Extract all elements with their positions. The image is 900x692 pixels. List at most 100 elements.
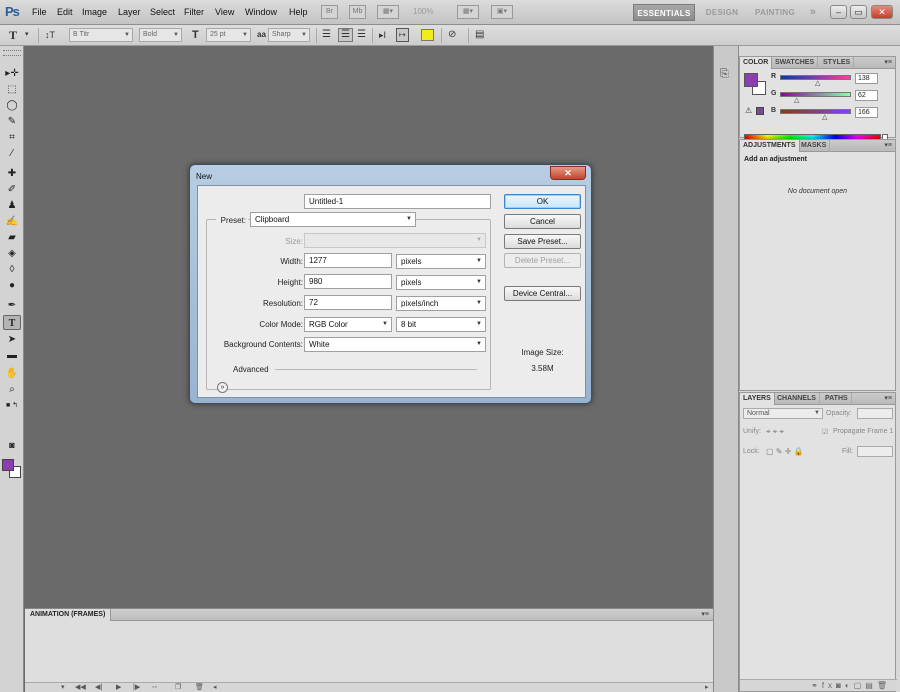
commit-edits-icon[interactable]: ▤ (475, 29, 484, 41)
menu-layer[interactable]: Layer (118, 7, 141, 17)
move-tool-icon[interactable]: ▸✛ (3, 66, 21, 81)
text-orientation-icon[interactable]: ↕T (45, 29, 55, 41)
red-slider-thumb[interactable]: △ (815, 80, 820, 87)
fill-input[interactable] (857, 446, 893, 457)
size-select[interactable]: ▼ (304, 233, 486, 248)
delete-frame-icon[interactable]: 🗑 (195, 683, 204, 692)
clone-stamp-tool-icon[interactable]: ♟ (3, 198, 21, 213)
propagate-checkbox[interactable]: ☑ (822, 428, 828, 436)
save-preset-button[interactable]: Save Preset... (504, 234, 581, 249)
align-center-icon[interactable]: ☰ (338, 28, 353, 42)
opacity-input[interactable] (857, 408, 893, 419)
launch-bridge-icon[interactable]: Br (321, 5, 338, 19)
panel-menu-icon[interactable]: ▾≡ (701, 609, 709, 621)
previous-frame-icon[interactable]: ◀| (95, 683, 102, 692)
next-frame-icon[interactable]: |▶ (133, 683, 140, 692)
workspace-painting[interactable]: PAINTING (748, 4, 802, 21)
menu-select[interactable]: Select (150, 7, 175, 17)
advanced-label[interactable]: Advanced (233, 365, 269, 374)
mini-bridge-icon[interactable]: Mb (349, 5, 366, 19)
rectangle-tool-icon[interactable]: ▬ (3, 348, 21, 363)
hand-tool-icon[interactable]: ✋ (3, 366, 21, 381)
font-style-select[interactable]: Bold ▼ (139, 28, 182, 42)
foreground-color-swatch[interactable] (744, 73, 758, 87)
panel-menu-icon[interactable]: ▾≡ (884, 57, 892, 69)
menu-window[interactable]: Window (245, 7, 277, 17)
dodge-tool-icon[interactable]: ● (3, 278, 21, 293)
zoom-level[interactable]: 100% (413, 7, 433, 16)
tab-color[interactable]: COLOR (740, 57, 773, 69)
color-mode-select[interactable]: RGB Color ▼ (304, 317, 392, 332)
out-of-gamut-warning-icon[interactable]: ⚠ (745, 106, 752, 115)
height-field[interactable]: 980 (304, 274, 392, 289)
zoom-tool-icon[interactable]: ⌕ (3, 382, 21, 397)
paint-bucket-tool-icon[interactable]: ◈ (3, 246, 21, 261)
blue-value-input[interactable]: 166 (855, 107, 878, 118)
tab-paths[interactable]: PATHS (822, 393, 852, 405)
pen-tool-icon[interactable]: ✒ (3, 298, 21, 313)
scroll-right-icon[interactable]: ▸ (705, 683, 709, 692)
panel-menu-icon[interactable]: ▾≡ (884, 393, 892, 405)
arrange-documents-icon[interactable]: ▦▾ (457, 5, 479, 19)
resolution-field[interactable]: 72 (304, 295, 392, 310)
horizontal-type-tool-icon[interactable]: T (3, 315, 21, 330)
tab-layers[interactable]: LAYERS (740, 393, 775, 405)
duplicate-frame-icon[interactable]: ❐ (175, 683, 181, 692)
panel-grip[interactable] (3, 50, 21, 56)
font-size-select[interactable]: 25 pt ▼ (206, 28, 251, 42)
tab-swatches[interactable]: SWATCHES (772, 57, 819, 69)
panel-menu-icon[interactable]: ▾≡ (884, 140, 892, 152)
green-value-input[interactable]: 62 (855, 90, 878, 101)
quick-mask-icon[interactable]: ◙ (3, 438, 21, 453)
tab-masks[interactable]: MASKS (798, 140, 831, 152)
blur-tool-icon[interactable]: ◊ (3, 262, 21, 277)
minimize-icon[interactable]: – (830, 5, 847, 19)
tab-channels[interactable]: CHANNELS (774, 393, 820, 405)
workspace-essentials[interactable]: ESSENTIALS (633, 4, 695, 21)
close-icon[interactable]: ✕ (871, 5, 893, 19)
layers-footer-icons[interactable]: ⚭fx◙◐▢▤🗑 (740, 679, 897, 691)
first-frame-icon[interactable]: ◀◀ (75, 683, 86, 692)
cancel-edits-icon[interactable]: ⊘ (448, 29, 456, 41)
tab-animation-frames[interactable]: ANIMATION (FRAMES) (25, 609, 112, 621)
menu-image[interactable]: Image (82, 7, 107, 17)
width-field[interactable]: 1277 (304, 253, 392, 268)
lasso-tool-icon[interactable]: ◯ (3, 98, 21, 113)
screen-mode-icon[interactable]: ▣▾ (491, 5, 513, 19)
menu-file[interactable]: File (32, 7, 47, 17)
eraser-tool-icon[interactable]: ▰ (3, 230, 21, 245)
text-color-swatch[interactable] (421, 29, 434, 41)
anti-alias-select[interactable]: Sharp ▼ (268, 28, 310, 42)
background-contents-select[interactable]: White ▼ (304, 337, 486, 352)
blue-slider-thumb[interactable]: △ (822, 114, 827, 121)
resolution-unit-select[interactable]: pixels/inch ▼ (396, 296, 486, 311)
expand-advanced-icon[interactable]: » (217, 382, 228, 393)
red-value-input[interactable]: 138 (855, 73, 878, 84)
align-right-icon[interactable]: ☰ (357, 29, 366, 41)
name-field[interactable]: Untitled-1 (304, 194, 491, 209)
align-left-icon[interactable]: ☰ (322, 29, 331, 41)
brush-tool-icon[interactable]: ✐ (3, 182, 21, 197)
cancel-button[interactable]: Cancel (504, 214, 581, 229)
dialog-close-icon[interactable]: ✕ (550, 166, 586, 180)
gamut-color-swatch[interactable] (756, 107, 764, 115)
preset-select[interactable]: Clipboard ▼ (250, 212, 416, 227)
font-family-select[interactable]: B Titr ▼ (69, 28, 133, 42)
height-unit-select[interactable]: pixels ▼ (396, 275, 486, 290)
menu-view[interactable]: View (215, 7, 234, 17)
character-panel-icon[interactable]: ↦ (396, 28, 409, 42)
loop-options-icon[interactable]: ▾ (61, 683, 65, 692)
green-slider[interactable] (780, 92, 851, 97)
warp-text-icon[interactable]: ▸I (379, 29, 386, 41)
green-slider-thumb[interactable]: △ (794, 97, 799, 104)
restore-icon[interactable]: ▭ (850, 5, 867, 19)
tween-icon[interactable]: ◦◦ (152, 683, 157, 692)
history-panel-icon[interactable]: ⎘ (720, 68, 729, 81)
ok-button[interactable]: OK (504, 194, 581, 209)
eyedropper-tool-icon[interactable]: ⁄ (3, 146, 21, 161)
play-icon[interactable]: ▶ (116, 683, 121, 692)
marquee-tool-icon[interactable]: ⬚ (3, 82, 21, 97)
foreground-color-swatch[interactable] (2, 459, 14, 471)
workspace-design[interactable]: DESIGN (700, 4, 744, 21)
spot-healing-tool-icon[interactable]: ✚ (3, 166, 21, 181)
